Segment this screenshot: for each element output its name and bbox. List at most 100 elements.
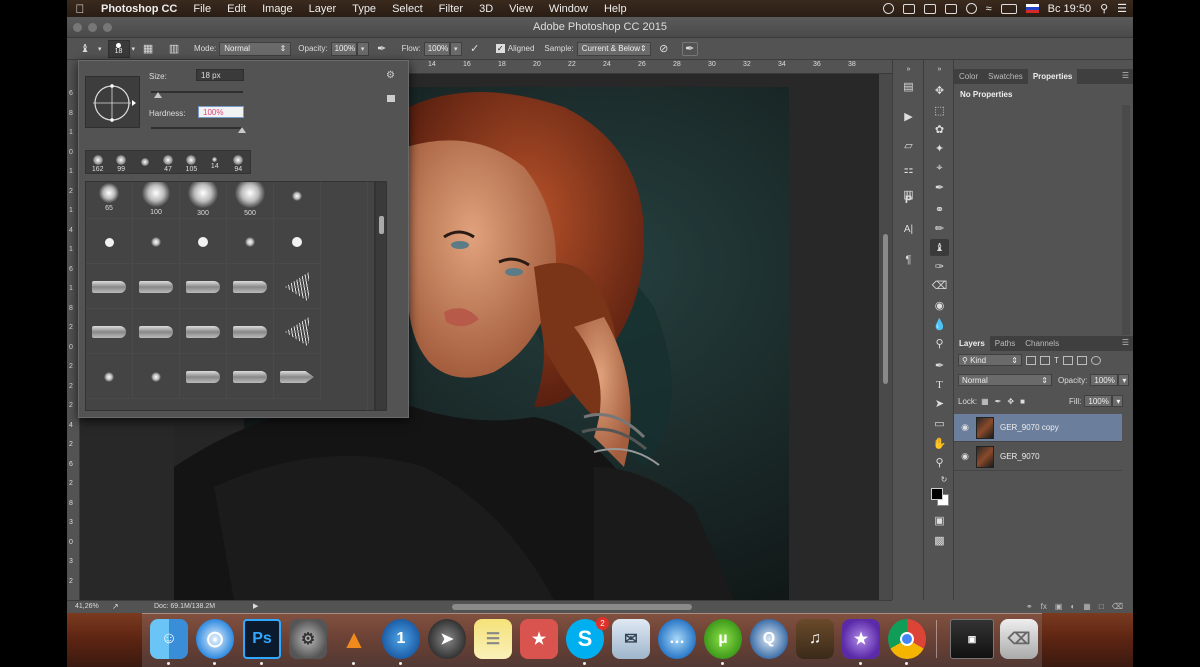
spotlight-icon[interactable]: ⚲ <box>1100 2 1108 15</box>
brush-preset[interactable] <box>227 354 274 399</box>
menu-image[interactable]: Image <box>254 3 301 15</box>
notification-center-icon[interactable]: ☰ <box>1117 2 1127 15</box>
brush-panel-icon[interactable]: ▦ <box>140 42 156 56</box>
brush-angle-preview[interactable] <box>85 76 140 128</box>
menu-help[interactable]: Help <box>596 3 635 15</box>
brush-preset[interactable] <box>86 309 133 354</box>
screen-mode-icon[interactable]: ▩ <box>930 532 949 549</box>
filter-kind-select[interactable]: ⚲ Kind ⇕ <box>958 354 1022 366</box>
tool-preset-dropdown[interactable]: ▾ <box>98 45 102 53</box>
clone-source-panel-icon[interactable]: ▥ <box>166 42 182 56</box>
menu-3d[interactable]: 3D <box>471 3 501 15</box>
quick-mask-icon[interactable]: ▣ <box>930 512 949 529</box>
fill-field[interactable]: 100% <box>1084 395 1113 407</box>
layer-name[interactable]: GER_9070 copy <box>1000 423 1059 432</box>
utorrent-icon[interactable]: µ <box>704 619 742 659</box>
menu-window[interactable]: Window <box>541 3 596 15</box>
lock-position-icon[interactable]: ✥ <box>1007 397 1014 406</box>
size-slider-track[interactable] <box>151 91 243 93</box>
tab-color[interactable]: Color <box>954 69 983 84</box>
actions-play-icon[interactable]: ▶ <box>899 108 918 125</box>
mail-icon[interactable]: ✉ <box>612 619 650 659</box>
vertical-scrollbar[interactable] <box>879 74 892 600</box>
airbrush-icon[interactable]: ✓ <box>467 42 483 56</box>
close-window-button[interactable] <box>73 23 82 32</box>
visibility-eye-icon[interactable]: ◉ <box>954 451 976 462</box>
brush-tool-icon[interactable]: ✏ <box>930 220 949 237</box>
opacity-field[interactable]: 100% <box>330 41 357 56</box>
zoom-level[interactable]: 41,26% <box>75 603 99 610</box>
collapse-toolbar-icon[interactable]: » <box>930 61 949 78</box>
export-icon[interactable]: ↗ <box>112 602 119 611</box>
trash-icon[interactable]: ⌫ <box>1000 619 1038 659</box>
brush-preset[interactable] <box>180 219 227 264</box>
gear-icon[interactable]: ⚙ <box>386 70 395 81</box>
marquee-tool-icon[interactable]: ⬚ <box>930 102 949 119</box>
fill-dropdown[interactable]: ▾ <box>1112 395 1124 407</box>
brush-panel-icon[interactable]: ▱ <box>899 137 918 154</box>
blur-tool-icon[interactable]: 💧 <box>930 316 949 333</box>
chrome-icon[interactable] <box>888 619 926 659</box>
brush-preset[interactable] <box>133 264 180 309</box>
brush-preset[interactable] <box>86 219 133 264</box>
brush-preset[interactable] <box>180 354 227 399</box>
flow-dropdown[interactable]: ▾ <box>449 41 462 56</box>
brush-picker-dropdown[interactable]: ▾ <box>132 45 136 53</box>
healing-brush-tool-icon[interactable]: ⚭ <box>930 201 949 218</box>
visibility-eye-icon[interactable]: ◉ <box>954 422 976 433</box>
brush-presets-scroll-thumb[interactable] <box>379 216 384 234</box>
magic-wand-tool-icon[interactable]: ✦ <box>930 140 949 157</box>
recent-brush[interactable]: 94 <box>227 151 250 173</box>
creative-cloud-icon[interactable] <box>965 3 977 14</box>
hardness-slider-handle[interactable] <box>238 127 246 133</box>
wifi-icon[interactable]: ≈ <box>986 3 992 15</box>
blend-mode-select[interactable]: Normal ⇕ <box>958 374 1052 386</box>
properties-scrollbar[interactable] <box>1122 105 1130 335</box>
vlc-icon[interactable]: ▲ <box>335 619 373 659</box>
imovie-icon[interactable]: ★ <box>842 619 880 659</box>
lasso-tool-icon[interactable]: ✿ <box>930 121 949 138</box>
input-language-flag-icon[interactable] <box>1025 4 1039 13</box>
clock[interactable]: Вс 19:50 <box>1048 3 1091 15</box>
menu-type[interactable]: Type <box>344 3 384 15</box>
record-icon[interactable] <box>882 3 894 14</box>
menu-filter[interactable]: Filter <box>431 3 471 15</box>
layer-opacity-field[interactable]: 100% <box>1090 374 1119 386</box>
brush-presets-scrollbar[interactable] <box>375 181 387 411</box>
finder-icon[interactable]: ☺ <box>150 619 188 659</box>
recent-brush[interactable] <box>133 151 156 173</box>
brush-preset[interactable] <box>180 309 227 354</box>
type-tool-icon[interactable]: T <box>930 376 949 393</box>
brush-preset[interactable] <box>227 309 274 354</box>
opacity-dropdown[interactable]: ▾ <box>356 41 369 56</box>
brush-preset[interactable] <box>274 182 321 219</box>
eyedropper-tool-icon[interactable]: ✒ <box>930 179 949 196</box>
recent-brush[interactable]: 99 <box>109 151 132 173</box>
brush-preset[interactable] <box>227 264 274 309</box>
brush-preset[interactable] <box>227 219 274 264</box>
zoom-tool-icon[interactable]: ⚲ <box>930 454 949 471</box>
dodge-tool-icon[interactable]: ⚲ <box>930 335 949 352</box>
filter-pixel-icon[interactable] <box>1026 355 1036 365</box>
move-tool-icon[interactable]: ✥ <box>930 82 949 99</box>
quicktime-icon[interactable]: Q <box>750 619 788 659</box>
panel-menu-icon[interactable]: ☰ <box>1122 69 1133 84</box>
flow-field[interactable]: 100% <box>423 41 450 56</box>
launchpad-icon[interactable]: ➤ <box>428 619 466 659</box>
horizontal-scroll-thumb[interactable] <box>452 604 692 610</box>
ignore-adjustment-layers-icon[interactable]: ⊘ <box>656 42 672 56</box>
brush-preset[interactable]: 65 <box>86 182 133 219</box>
filter-adjustment-icon[interactable] <box>1040 355 1050 365</box>
checkmark-icon[interactable] <box>944 3 957 14</box>
collapse-panel-icon[interactable]: » <box>899 61 918 78</box>
pen-tool-icon[interactable]: ✒ <box>930 357 949 374</box>
brush-preset[interactable]: 100 <box>133 182 180 219</box>
1password-icon[interactable]: 1 <box>382 619 420 659</box>
tab-layers[interactable]: Layers <box>954 336 990 351</box>
swap-colors-icon[interactable]: ↻ <box>939 471 949 488</box>
pressure-opacity-icon[interactable]: ✒ <box>374 42 390 56</box>
filter-type-icon[interactable]: T <box>1054 356 1059 365</box>
tab-properties[interactable]: Properties <box>1027 69 1078 84</box>
filter-toggle-icon[interactable] <box>1090 355 1101 365</box>
clone-stamp-tool-icon[interactable]: ♝ <box>77 42 93 56</box>
